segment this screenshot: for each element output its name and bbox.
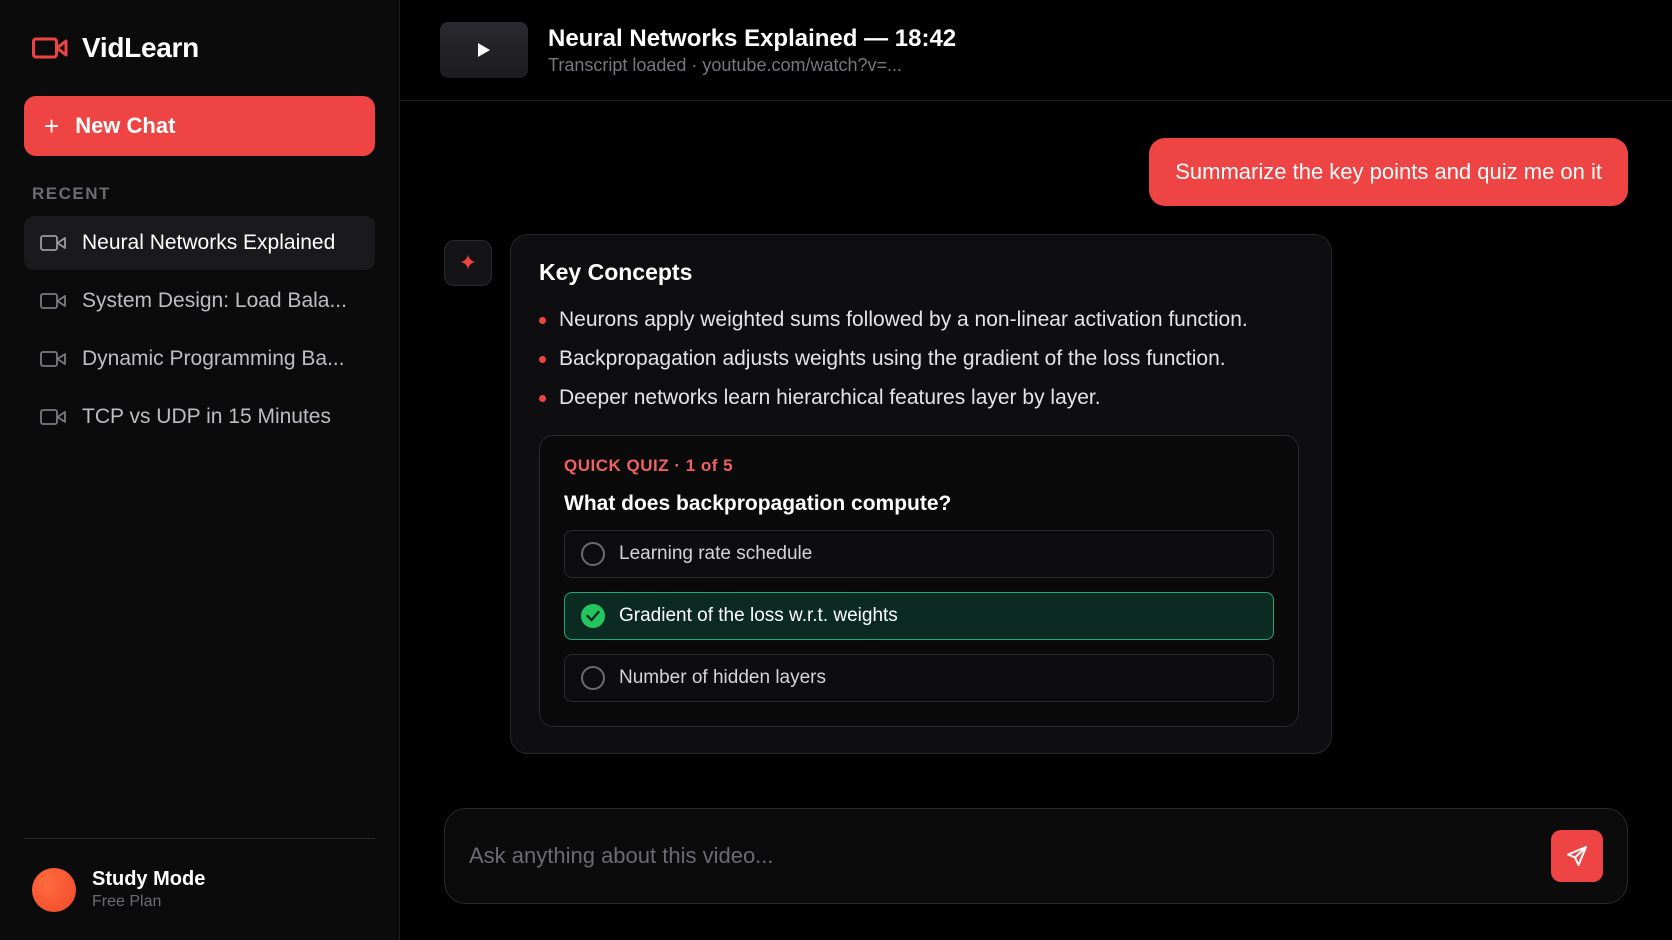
video-camera-icon xyxy=(32,37,68,59)
check-circle-icon xyxy=(581,604,605,628)
sidebar: VidLearn + New Chat RECENT Neural Networ… xyxy=(0,0,400,940)
quiz-option-label: Learning rate schedule xyxy=(619,543,813,564)
assistant-heading: Key Concepts xyxy=(539,259,693,285)
quiz-option-gradient[interactable]: Gradient of the loss w.r.t. weights xyxy=(564,592,1274,640)
quiz-option-label: Gradient of the loss w.r.t. weights xyxy=(619,605,898,626)
message-composer xyxy=(444,808,1628,904)
message-input[interactable] xyxy=(469,843,1551,869)
list-item: Neurons apply weighted sums followed by … xyxy=(539,300,1303,339)
quiz-card: QUICK QUIZ · 1 of 5 What does backpropag… xyxy=(539,435,1299,727)
video-icon xyxy=(40,235,66,251)
recent-item-label: System Design: Load Bala... xyxy=(82,289,347,312)
recent-section-label: RECENT xyxy=(32,184,111,203)
user-profile[interactable]: Study Mode Free Plan xyxy=(24,838,375,940)
assistant-message: Key Concepts Neurons apply weighted sums… xyxy=(510,234,1332,754)
recent-item-label: Neural Networks Explained xyxy=(82,231,336,254)
quiz-option-learning-rate[interactable]: Learning rate schedule xyxy=(564,530,1274,578)
video-header: Neural Networks Explained — 18:42 Transc… xyxy=(400,0,1672,101)
new-chat-label: New Chat xyxy=(75,113,176,138)
user-plan: Free Plan xyxy=(92,893,162,910)
app: VidLearn + New Chat RECENT Neural Networ… xyxy=(0,0,1672,940)
recent-item-label: Dynamic Programming Ba... xyxy=(82,347,345,370)
play-button[interactable] xyxy=(440,22,528,78)
video-icon xyxy=(40,293,66,309)
user-name: Study Mode xyxy=(92,868,206,890)
sparkle-icon: ✦ xyxy=(444,240,492,286)
recent-item-dynamic-programming[interactable]: Dynamic Programming Ba... xyxy=(24,332,375,386)
send-icon xyxy=(1567,846,1587,866)
quiz-option-hidden-layers[interactable]: Number of hidden layers xyxy=(564,654,1274,702)
radio-icon xyxy=(581,666,605,690)
recent-item-system-design[interactable]: System Design: Load Bala... xyxy=(24,274,375,328)
user-message: Summarize the key points and quiz me on … xyxy=(1149,138,1628,206)
video-subtitle: Transcript loaded · youtube.com/watch?v=… xyxy=(548,54,903,75)
recent-item-tcp-udp[interactable]: TCP vs UDP in 15 Minutes xyxy=(24,390,375,444)
quiz-question: What does backpropagation compute? xyxy=(564,492,952,515)
radio-icon xyxy=(581,542,605,566)
new-chat-button[interactable]: + New Chat xyxy=(24,96,375,156)
plus-icon: + xyxy=(44,111,60,141)
quiz-option-label: Number of hidden layers xyxy=(619,667,826,688)
recent-item-label: TCP vs UDP in 15 Minutes xyxy=(82,405,331,428)
avatar xyxy=(32,867,76,912)
video-icon xyxy=(40,409,66,425)
send-button[interactable] xyxy=(1551,830,1603,882)
main-panel: Neural Networks Explained — 18:42 Transc… xyxy=(400,0,1672,940)
user-info: Study Mode Free Plan xyxy=(92,868,205,911)
video-title: Neural Networks Explained — 18:42 xyxy=(548,24,957,52)
brand-name: VidLearn xyxy=(82,32,199,63)
quiz-label: QUICK QUIZ · 1 of 5 xyxy=(564,456,734,475)
list-item: Backpropagation adjusts weights using th… xyxy=(539,339,1303,378)
play-icon xyxy=(478,43,490,57)
video-info: Neural Networks Explained — 18:42 Transc… xyxy=(548,25,956,76)
list-item: Deeper networks learn hierarchical featu… xyxy=(539,378,1303,417)
recent-item-neural-networks[interactable]: Neural Networks Explained xyxy=(24,216,375,270)
video-icon xyxy=(40,351,66,367)
brand: VidLearn xyxy=(24,0,375,96)
key-concepts-list: Neurons apply weighted sums followed by … xyxy=(539,300,1303,417)
